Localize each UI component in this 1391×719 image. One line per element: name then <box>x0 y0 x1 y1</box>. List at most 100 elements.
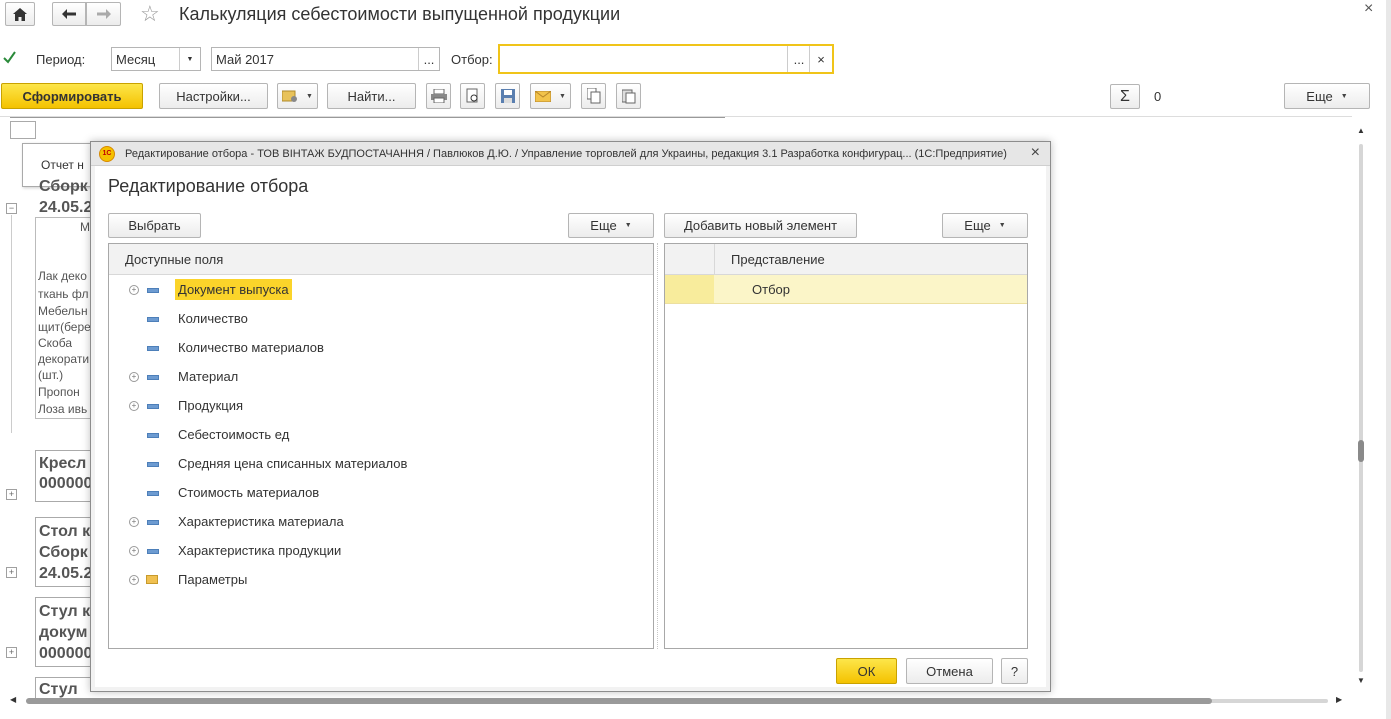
generate-button[interactable]: Сформировать <box>1 83 143 109</box>
group-3-line-3: 000000 <box>39 645 93 662</box>
filter-root-row[interactable]: Отбор <box>665 275 1027 304</box>
scroll-right-icon[interactable]: ▶ <box>1336 695 1342 704</box>
material-8: Пропон <box>38 385 80 399</box>
fields-tree[interactable]: + Документ выпуска Количество Количество … <box>109 275 653 648</box>
expand-icon[interactable]: + <box>129 516 139 527</box>
chevron-down-icon: ▼ <box>624 222 632 229</box>
expand-icon[interactable]: + <box>129 545 139 556</box>
folder-settings-icon <box>282 90 298 102</box>
available-fields-header-label: Доступные поля <box>125 252 224 267</box>
hscroll-thumb[interactable] <box>26 698 1212 704</box>
forward-button[interactable] <box>86 2 121 26</box>
period-type-select[interactable]: Месяц ▼ <box>111 47 201 71</box>
sum-button[interactable]: Σ <box>1110 84 1140 109</box>
expand-icon[interactable]: + <box>6 567 17 578</box>
tree-item[interactable]: + Характеристика продукции <box>109 536 653 565</box>
sum-value: 0 <box>1154 89 1162 104</box>
expand-icon[interactable]: + <box>6 647 17 658</box>
close-icon: × <box>817 51 825 67</box>
help-button[interactable]: ? <box>1001 658 1028 684</box>
cancel-button[interactable]: Отмена <box>906 658 993 684</box>
period-value: Май 2017 <box>216 51 274 67</box>
scroll-down-icon[interactable]: ▼ <box>1357 676 1365 685</box>
expand-icon[interactable]: + <box>129 371 139 382</box>
scroll-up-icon[interactable]: ▲ <box>1357 126 1365 135</box>
material-3: Мебельн <box>38 304 88 318</box>
favorite-star[interactable]: ☆ <box>140 2 160 26</box>
filter-items-panel[interactable]: Представление Отбор <box>664 243 1028 649</box>
save-button[interactable] <box>495 83 520 109</box>
period-select-button[interactable]: ... <box>418 48 439 70</box>
group-3-line-2: докум <box>39 624 88 641</box>
print-preview-icon <box>466 88 477 103</box>
page-title: Калькуляция себестоимости выпущенной про… <box>179 4 621 24</box>
ellipsis-icon: ... <box>423 51 435 67</box>
filter-clear-button[interactable]: × <box>809 46 832 72</box>
chevron-down-icon: ▼ <box>998 222 1006 229</box>
expand-icon[interactable]: + <box>129 400 139 411</box>
variant-button[interactable]: ▼ <box>277 83 318 109</box>
send-button[interactable]: ▼ <box>530 83 571 109</box>
tree-item[interactable]: Стоимость материалов <box>109 478 653 507</box>
find-button[interactable]: Найти... <box>327 83 416 109</box>
window-close-button[interactable]: × <box>1364 0 1373 18</box>
dialog-close-icon[interactable]: × <box>1031 144 1040 162</box>
more-left-button[interactable]: Еще ▼ <box>568 213 654 238</box>
select-button[interactable]: Выбрать <box>108 213 201 238</box>
tree-item-label: Параметры <box>178 572 248 587</box>
doc-line-1: Сборк <box>39 178 88 195</box>
vertical-scrollbar[interactable]: ▲ ▼ <box>1354 124 1368 694</box>
horizontal-scrollbar[interactable]: ◀ ▶ <box>0 694 1352 708</box>
tree-item-label: Количество <box>178 311 248 326</box>
tree-item[interactable]: + Документ выпуска <box>109 275 653 304</box>
filter-select-button[interactable]: ... <box>787 46 810 72</box>
field-icon <box>147 375 159 380</box>
tree-item-label: Документ выпуска <box>175 279 292 300</box>
period-value-field[interactable]: Май 2017 ... <box>211 47 440 71</box>
filter-input[interactable]: ... × <box>498 44 834 74</box>
settings-button[interactable]: Настройки... <box>159 83 268 109</box>
more-right-button[interactable]: Еще ▼ <box>942 213 1028 238</box>
group-2-line-2: Сборк <box>39 544 88 561</box>
back-button[interactable] <box>52 2 86 26</box>
field-icon <box>147 346 159 351</box>
more-label: Еще <box>1306 88 1333 104</box>
folder-icon <box>146 575 158 584</box>
tree-item[interactable]: + Параметры <box>109 565 653 594</box>
paste-button[interactable] <box>616 83 641 109</box>
tree-item[interactable]: Средняя цена списанных материалов <box>109 449 653 478</box>
print-button[interactable] <box>426 83 451 109</box>
tree-item-label: Характеристика продукции <box>178 543 342 558</box>
collapse-icon[interactable]: − <box>6 203 17 214</box>
scroll-thumb[interactable] <box>1358 440 1364 462</box>
star-icon: ☆ <box>140 1 160 26</box>
expand-icon[interactable]: + <box>129 284 139 295</box>
tree-item[interactable]: Количество <box>109 304 653 333</box>
m-header: М <box>80 220 90 234</box>
tree-item[interactable]: Количество материалов <box>109 333 653 362</box>
dialog-window-title: Редактирование отбора - ТОВ ВІНТАЖ БУДПО… <box>125 147 1007 160</box>
available-fields-panel[interactable]: Доступные поля + Документ выпуска Количес… <box>108 243 654 649</box>
more-button[interactable]: Еще ▼ <box>1284 83 1370 109</box>
period-checkbox[interactable] <box>2 51 16 65</box>
copy-button[interactable] <box>581 83 606 109</box>
material-5: Скоба <box>38 336 72 350</box>
scroll-left-icon[interactable]: ◀ <box>10 695 16 704</box>
field-icon <box>147 491 159 496</box>
more-right-label: Еще <box>964 218 991 233</box>
tree-item[interactable]: + Продукция <box>109 391 653 420</box>
expand-icon[interactable]: + <box>129 574 139 585</box>
panel-splitter[interactable] <box>657 243 661 649</box>
tree-item[interactable]: Себестоимость ед <box>109 420 653 449</box>
tree-item[interactable]: + Материал <box>109 362 653 391</box>
home-button[interactable] <box>5 2 35 26</box>
add-element-button[interactable]: Добавить новый элемент <box>664 213 857 238</box>
arrow-left-icon <box>62 9 76 19</box>
envelope-icon <box>535 90 552 102</box>
copy-document-icon <box>586 88 600 104</box>
ok-button[interactable]: ОК <box>836 658 897 684</box>
chevron-down-icon: ▼ <box>1340 92 1348 100</box>
expand-icon[interactable]: + <box>6 489 17 500</box>
preview-button[interactable] <box>460 83 485 109</box>
tree-item[interactable]: + Характеристика материала <box>109 507 653 536</box>
